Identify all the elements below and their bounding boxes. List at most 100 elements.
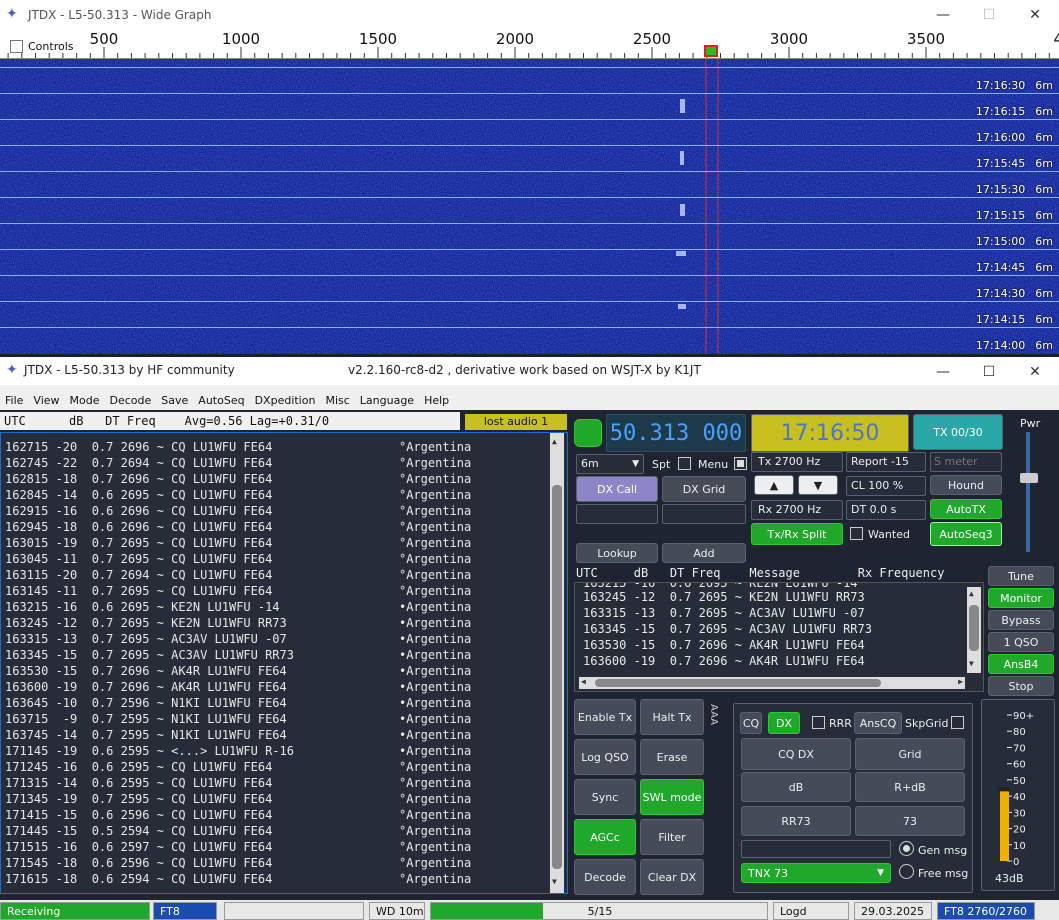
band-activity-scrollbar[interactable]: ▲ ▼ [550, 433, 564, 893]
frequency-display[interactable]: 50.313 000 [606, 414, 746, 452]
s-meter-field[interactable]: S meter [930, 452, 1002, 472]
band-activity-row[interactable]: 163315 -13 0.7 2695 ~ AC3AV LU1WFU -07 •A… [1, 631, 567, 647]
freq-up-button[interactable]: ▲ [754, 475, 794, 495]
band-activity-row[interactable]: 163215 -16 0.6 2695 ~ KE2N LU1WFU -14 •Ar… [1, 599, 567, 615]
rr73-button[interactable]: RR73 [741, 806, 851, 836]
bypass-button[interactable]: Bypass [988, 610, 1054, 630]
band-activity-row[interactable]: 163745 -14 0.7 2595 ~ N1KI LU1WFU FE64 •A… [1, 727, 567, 743]
band-activity-row[interactable]: 163145 -11 0.7 2695 ~ CQ LU1WFU FE64 °Arg… [1, 583, 567, 599]
report-spinbox[interactable]: Report -15 [846, 452, 926, 472]
rx-panel-hscrollbar[interactable]: ◀ ▶ [579, 677, 965, 689]
band-activity-row[interactable]: 163115 -20 0.7 2694 ~ CQ LU1WFU FE64 °Arg… [1, 567, 567, 583]
band-activity-row[interactable]: 171415 -15 0.6 2596 ~ CQ LU1WFU FE64 °Arg… [1, 807, 567, 823]
menu-help[interactable]: Help [419, 394, 454, 407]
log-qso-button[interactable]: Log QSO [574, 739, 636, 775]
grid-button[interactable]: Grid [855, 738, 965, 770]
band-activity-row[interactable]: 171545 -18 0.6 2596 ~ CQ LU1WFU FE64 °Arg… [1, 855, 567, 871]
band-activity-row[interactable]: 163345 -15 0.7 2695 ~ AC3AV LU1WFU RR73 •… [1, 647, 567, 663]
band-activity-row[interactable]: 162745 -22 0.7 2694 ~ CQ LU1WFU FE64 °Arg… [1, 455, 567, 471]
band-activity-row[interactable]: 162715 -20 0.7 2696 ~ CQ LU1WFU FE64 °Arg… [1, 439, 567, 455]
menu-checkbox[interactable] [734, 457, 747, 470]
band-activity-row[interactable]: 163600 -19 0.7 2696 ~ AK4R LU1WFU FE64 •A… [1, 679, 567, 695]
dx-grid-input[interactable] [662, 504, 746, 524]
decode-button[interactable]: Decode [574, 859, 636, 895]
band-activity-row[interactable]: 163245 -12 0.7 2695 ~ KE2N LU1WFU RR73 •A… [1, 615, 567, 631]
ansb4-button[interactable]: AnsB4 [988, 654, 1054, 674]
dx-grid-button[interactable]: DX Grid [662, 476, 746, 502]
dx-call-input[interactable] [576, 504, 658, 524]
band-activity-panel[interactable]: 162715 -20 0.7 2696 ~ CQ LU1WFU FE64 °Arg… [0, 432, 568, 894]
menu-mode[interactable]: Mode [65, 394, 105, 407]
band-activity-row[interactable]: 171345 -19 0.7 2595 ~ CQ LU1WFU FE64 °Arg… [1, 791, 567, 807]
band-activity-row[interactable]: 162815 -18 0.7 2696 ~ CQ LU1WFU FE64 °Arg… [1, 471, 567, 487]
rx-row[interactable]: 163530 -15 0.7 2696 ~ AK4R LU1WFU FE64 [575, 637, 983, 653]
band-activity-row[interactable]: 163645 -10 0.7 2596 ~ N1KI LU1WFU FE64 •A… [1, 695, 567, 711]
rx-frequency-panel[interactable]: 163215 -16 0.6 2695 ~ KE2N LU1WFU -14 16… [574, 582, 984, 692]
spt-checkbox[interactable] [678, 457, 691, 470]
sync-button[interactable]: Sync [574, 779, 636, 815]
rx-frequency-spinbox[interactable]: Rx 2700 Hz [751, 500, 843, 520]
band-activity-row[interactable]: 171245 -16 0.6 2595 ~ CQ LU1WFU FE64 °Arg… [1, 759, 567, 775]
tune-button[interactable]: Tune [988, 566, 1054, 586]
tx-input-field[interactable] [741, 840, 891, 858]
band-activity-row[interactable]: 171145 -19 0.6 2595 ~ <...> LU1WFU R-16 •… [1, 743, 567, 759]
halt-tx-button[interactable]: Halt Tx [640, 699, 704, 735]
tx-frequency-spinbox[interactable]: Tx 2700 Hz [751, 452, 843, 472]
menu-file[interactable]: File [0, 394, 28, 407]
band-activity-row[interactable]: 171515 -16 0.6 2597 ~ CQ LU1WFU FE64 °Arg… [1, 839, 567, 855]
lookup-button[interactable]: Lookup [576, 543, 658, 563]
db-button[interactable]: dB [741, 772, 851, 802]
filter-button[interactable]: Filter [640, 819, 704, 855]
seventy-three-button[interactable]: 73 [855, 806, 965, 836]
pwr-slider[interactable] [1026, 432, 1030, 552]
monitor-button[interactable]: Monitor [988, 588, 1054, 608]
one-qso-button[interactable]: 1 QSO [988, 632, 1054, 652]
rx-row[interactable]: 163600 -19 0.7 2696 ~ AK4R LU1WFU FE64 [575, 653, 983, 669]
band-activity-row[interactable]: 162945 -18 0.6 2696 ~ CQ LU1WFU FE64 °Arg… [1, 519, 567, 535]
menu-misc[interactable]: Misc [320, 394, 354, 407]
band-activity-row[interactable]: 163015 -19 0.7 2695 ~ CQ LU1WFU FE64 °Arg… [1, 535, 567, 551]
band-select[interactable]: 6m ▼ [576, 454, 644, 474]
hound-button[interactable]: Hound [930, 475, 1002, 495]
waterfall-display[interactable]: 17:16:30 6m 17:16:15 6m 17:16:00 6m 17:15:45 6m… [0, 59, 1059, 354]
pwr-slider-handle[interactable] [1020, 473, 1038, 483]
stop-button[interactable]: Stop [988, 676, 1054, 696]
band-activity-row[interactable]: 171615 -18 0.6 2594 ~ CQ LU1WFU FE64 °Arg… [1, 871, 567, 887]
wanted-checkbox[interactable] [850, 527, 863, 540]
erase-button[interactable]: Erase [640, 739, 704, 775]
autotx-button[interactable]: AutoTX [930, 499, 1002, 519]
autoseq3-button[interactable]: AutoSeq3 [930, 522, 1002, 546]
maximize-icon[interactable]: ☐ [966, 0, 1012, 29]
free-msg-radio[interactable] [899, 864, 914, 879]
rx-row[interactable]: 163345 -15 0.7 2695 ~ AC3AV LU1WFU RR73 [575, 621, 983, 637]
menu-decode[interactable]: Decode [105, 394, 157, 407]
enable-tx-button[interactable]: Enable Tx [574, 699, 636, 735]
dx-call-button[interactable]: DX Call [576, 476, 658, 502]
tx-counter-button[interactable]: TX 00/30 [913, 414, 1003, 450]
maximize-icon[interactable]: ☐ [966, 357, 1012, 386]
menu-save[interactable]: Save [156, 394, 193, 407]
frequency-scale[interactable]: Controls 50010001500200025003000350040 [0, 29, 1059, 59]
free-msg-select[interactable]: TNX 73 ▼ [741, 863, 891, 883]
menu-autoseq[interactable]: AutoSeq [193, 394, 249, 407]
gen-msg-radio[interactable] [899, 841, 914, 856]
band-activity-row[interactable]: 162845 -14 0.6 2695 ~ CQ LU1WFU FE64 °Arg… [1, 487, 567, 503]
close-icon[interactable]: ✕ [1012, 357, 1058, 386]
rrr-checkbox[interactable] [812, 716, 825, 729]
cq-button[interactable]: CQ [740, 712, 762, 734]
band-activity-row[interactable]: 162915 -16 0.6 2696 ~ CQ LU1WFU FE64 °Arg… [1, 503, 567, 519]
freq-down-button[interactable]: ▼ [798, 475, 838, 495]
close-icon[interactable]: ✕ [1012, 0, 1058, 29]
skpgrid-checkbox[interactable] [951, 716, 964, 729]
add-button[interactable]: Add [662, 543, 746, 563]
agcc-button[interactable]: AGCc [574, 819, 636, 855]
cl-spinbox[interactable]: CL 100 % [846, 476, 926, 496]
cq-dx-button[interactable]: CQ DX [741, 738, 851, 770]
minimize-icon[interactable]: — [920, 0, 966, 29]
txrx-split-button[interactable]: Tx/Rx Split [751, 523, 843, 545]
band-activity-row[interactable]: 171445 -15 0.5 2594 ~ CQ LU1WFU FE64 °Arg… [1, 823, 567, 839]
menu-dxpedition[interactable]: DXpedition [250, 394, 321, 407]
band-activity-row[interactable]: 163045 -11 0.7 2695 ~ CQ LU1WFU FE64 °Arg… [1, 551, 567, 567]
minimize-icon[interactable]: — [920, 357, 966, 386]
dt-spinbox[interactable]: DT 0.0 s [846, 500, 926, 520]
